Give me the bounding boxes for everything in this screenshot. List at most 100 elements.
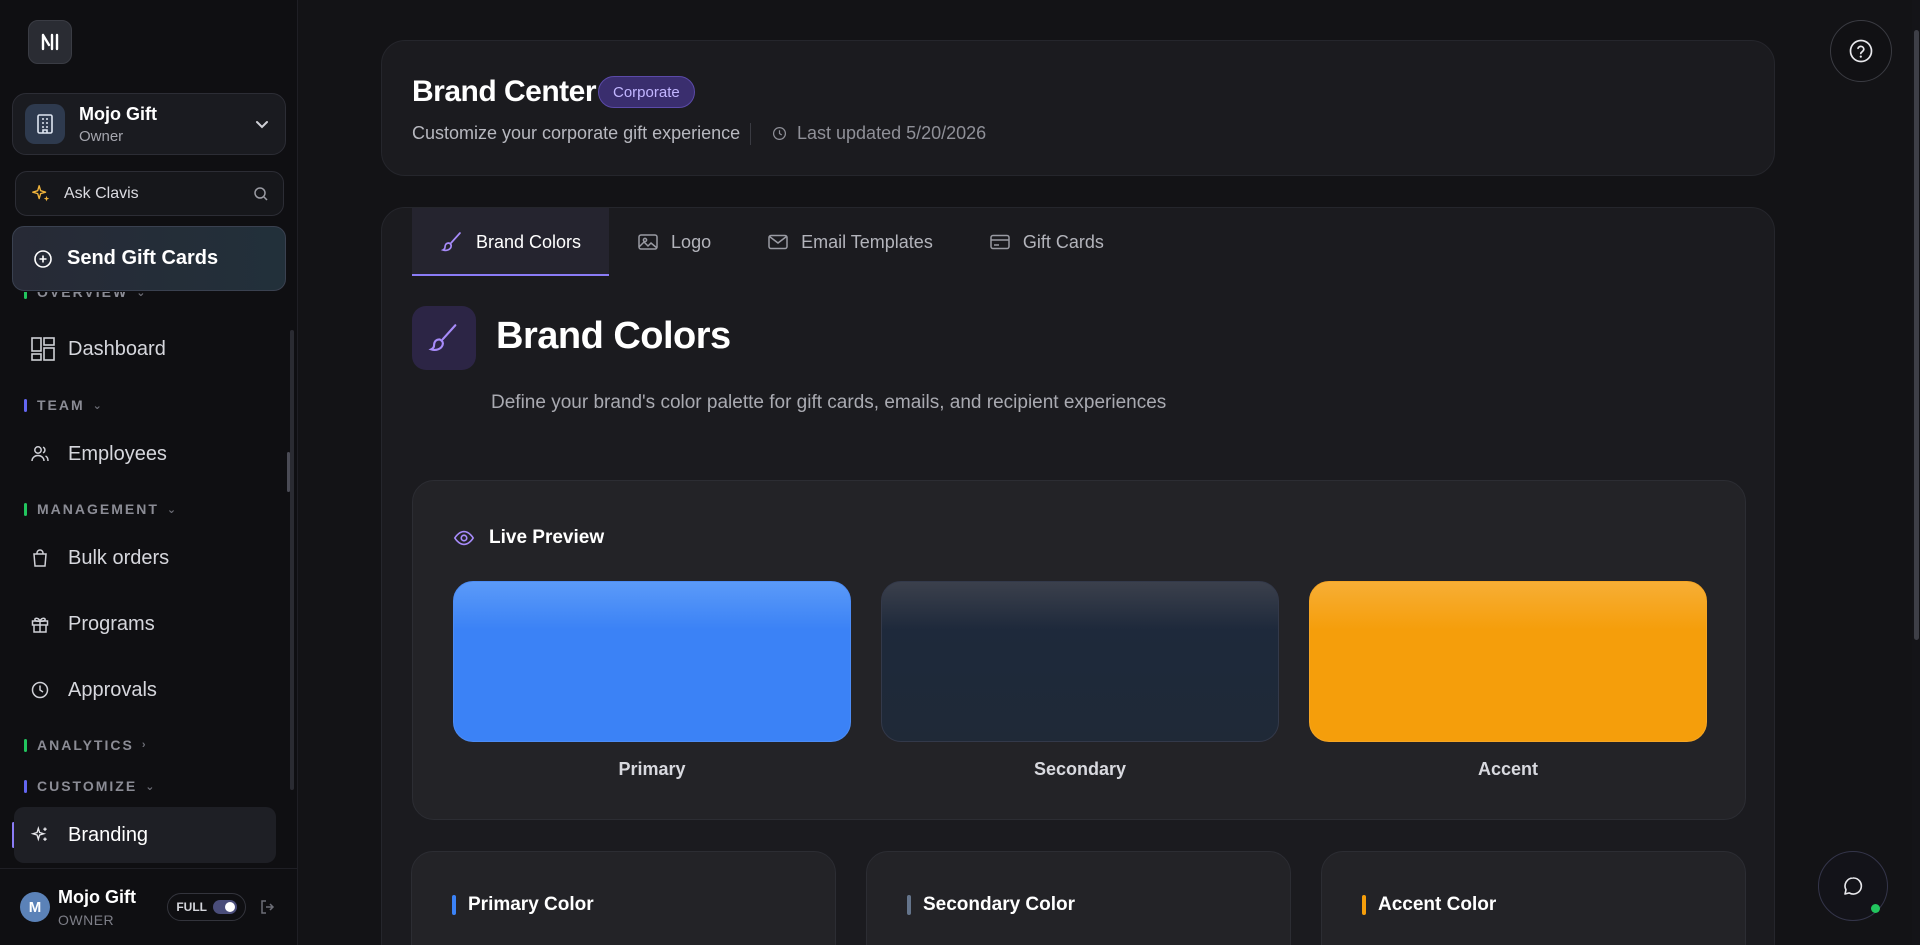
sidebar-scroll-thumb[interactable] (287, 452, 290, 492)
primary-color-card: Primary Color (411, 851, 836, 945)
sidebar-item-label: Branding (68, 823, 149, 846)
sidebar-item-programs[interactable]: Programs (14, 596, 276, 652)
primary-swatch (453, 581, 851, 742)
accent-color-card: Accent Color (1321, 851, 1746, 945)
color-card-title-text: Accent Color (1378, 894, 1497, 915)
tab-brand-colors[interactable]: Brand Colors (412, 208, 610, 276)
chevron-down-icon: ⌄ (145, 780, 155, 793)
help-circle-icon (1849, 39, 1873, 63)
color-card-title: Accent Color (1362, 894, 1496, 916)
color-card-title-text: Secondary Color (923, 894, 1076, 915)
org-switcher[interactable]: Mojo Gift Owner (12, 93, 286, 155)
swatch-label: Secondary (1033, 759, 1127, 779)
tab-label: Brand Colors (476, 231, 582, 252)
sidebar-item-branding[interactable]: Branding (14, 807, 276, 863)
sidebar: Mojo Gift Owner Ask Clavis Send Gift Car… (0, 0, 298, 945)
section-marker (24, 502, 27, 516)
user-info: Mojo Gift OWNER (58, 887, 167, 928)
secondary-swatch (881, 581, 1279, 742)
divider (750, 123, 751, 145)
nav-section-label: OVERVIEW (37, 292, 129, 300)
building-icon (25, 104, 65, 144)
image-icon (638, 234, 658, 250)
mode-toggle[interactable]: FULL (167, 893, 246, 921)
logo-icon (41, 33, 59, 51)
sidebar-item-employees[interactable]: Employees (14, 426, 276, 482)
sidebar-item-label: Bulk orders (68, 546, 170, 569)
send-gift-cards-label: Send Gift Cards (67, 247, 219, 269)
section-marker (24, 292, 27, 299)
nav-section-team[interactable]: TEAM ⌄ (24, 397, 102, 413)
page-scrollbar[interactable] (1912, 0, 1920, 945)
sidebar-scrollbar[interactable] (290, 330, 294, 790)
send-gift-cards-button[interactable]: Send Gift Cards (12, 226, 286, 291)
section-marker (24, 779, 27, 793)
color-marker (452, 895, 456, 915)
sidebar-item-label: Employees (68, 442, 167, 465)
status-badge: Corporate (598, 76, 695, 108)
sparkles-icon (32, 184, 50, 201)
paintbrush-icon (412, 306, 476, 370)
color-card-title-text: Primary Color (468, 894, 594, 915)
online-status-dot (1871, 904, 1880, 913)
plus-circle-icon (34, 249, 52, 268)
clock-icon (772, 126, 787, 141)
nav-section-customize[interactable]: CUSTOMIZE ⌄ (24, 778, 154, 794)
nav-section-label: MANAGEMENT (37, 501, 159, 517)
nav-section-analytics[interactable]: ANALYTICS › (24, 737, 146, 753)
chat-bubble-icon (1844, 877, 1863, 895)
color-card-title: Primary Color (452, 894, 594, 916)
sidebar-item-label: Programs (68, 612, 155, 635)
org-text: Mojo Gift Owner (79, 104, 253, 145)
gift-icon (30, 614, 58, 634)
nav-section-label: CUSTOMIZE (37, 778, 138, 794)
tab-label: Email Templates (801, 231, 933, 252)
app-root: Mojo Gift Owner Ask Clavis Send Gift Car… (0, 0, 1920, 945)
dashboard-icon (30, 336, 58, 362)
color-card-title: Secondary Color (907, 894, 1075, 916)
app-logo[interactable] (28, 20, 72, 64)
sparkles-icon (30, 825, 58, 845)
sidebar-nav: OVERVIEW ⌄ Dashboard TEAM ⌄ Employees MA… (0, 292, 298, 865)
users-icon (30, 444, 58, 464)
logout-icon[interactable] (258, 898, 278, 916)
nav-section-label: ANALYTICS (37, 737, 134, 753)
page-header: Brand Center Corporate Customize your co… (381, 40, 1775, 176)
chevron-down-icon (256, 121, 268, 129)
sidebar-item-dashboard[interactable]: Dashboard (14, 321, 276, 377)
search-icon (254, 186, 268, 201)
tab-email-templates[interactable]: Email Templates (739, 208, 961, 276)
chevron-down-icon: ⌄ (92, 399, 102, 412)
org-role: Owner (79, 127, 124, 145)
section-marker (24, 398, 27, 412)
tab-bar: Brand Colors Logo Email Templates Gift C… (412, 208, 1132, 276)
nav-section-overview[interactable]: OVERVIEW ⌄ (24, 292, 145, 300)
swatch-label: Accent (1477, 759, 1539, 779)
sidebar-item-bulk-orders[interactable]: Bulk orders (14, 530, 276, 586)
sidebar-item-approvals[interactable]: Approvals (14, 662, 276, 718)
tab-label: Logo (671, 231, 712, 252)
org-name: Mojo Gift (79, 103, 157, 124)
toggle-switch (213, 900, 237, 914)
nav-section-management[interactable]: MANAGEMENT ⌄ (24, 501, 176, 517)
paintbrush-icon (440, 232, 461, 252)
chevron-down-icon: ⌄ (166, 503, 177, 516)
user-name: Mojo Gift (58, 886, 136, 907)
section-description: Define your brand's color palette for gi… (491, 392, 1167, 413)
chevron-right-icon: › (141, 739, 146, 751)
credit-card-icon (990, 234, 1010, 250)
mode-label: FULL (176, 900, 207, 914)
user-role: OWNER (58, 911, 115, 928)
sidebar-item-label: Approvals (68, 678, 157, 701)
clock-icon (30, 680, 58, 700)
tab-logo[interactable]: Logo (609, 208, 739, 276)
help-button[interactable] (1830, 20, 1892, 82)
live-preview-title: Live Preview (489, 527, 605, 548)
avatar[interactable]: M (20, 892, 50, 922)
ask-clavis-input[interactable]: Ask Clavis (15, 171, 284, 216)
live-preview-header: Live Preview (453, 527, 604, 549)
tab-gift-cards[interactable]: Gift Cards (961, 208, 1132, 276)
brand-center-content: Brand Colors Logo Email Templates Gift C… (381, 207, 1775, 945)
mail-icon (768, 234, 788, 250)
page-scroll-thumb[interactable] (1914, 30, 1919, 640)
